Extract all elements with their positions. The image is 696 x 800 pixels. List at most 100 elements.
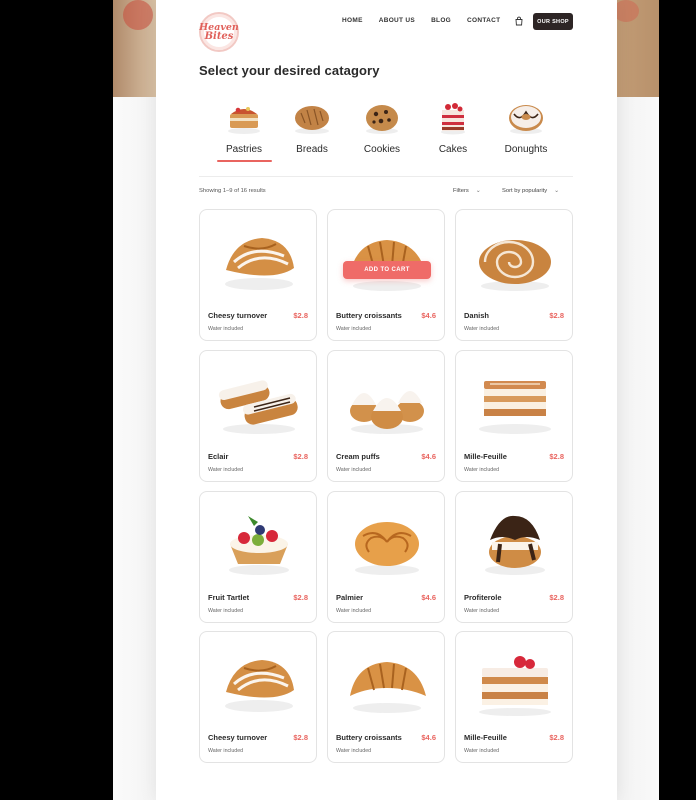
product-price: $2.8 [293,593,308,602]
product-name[interactable]: Buttery croissants [336,311,402,320]
fruit-tartlet-icon[interactable] [214,504,304,582]
category-tabs: Pastries Breads Cookies Cakes Donughts [214,98,554,168]
nav-about[interactable]: ABOUT US [379,17,415,24]
eclair-icon[interactable] [214,363,304,441]
tab-pastries[interactable]: Pastries [214,98,274,162]
product-name[interactable]: Eclair [208,452,228,461]
product-price: $2.8 [549,311,564,320]
product-card[interactable]: Profiterole $2.8 Water included [455,491,573,623]
product-price: $2.8 [549,593,564,602]
nav-links: HOME ABOUT US BLOG CONTACT [342,17,500,24]
tab-cakes[interactable]: Cakes [423,98,483,155]
turnover-icon[interactable] [214,644,304,722]
brand-logo[interactable]: Heaven Bites [199,12,239,52]
profiterole-icon[interactable] [470,504,560,582]
product-price: $2.8 [293,452,308,461]
mille-feuille-icon[interactable] [470,644,560,722]
sort-dropdown[interactable]: Sort by popularity ⌄ [502,187,559,194]
product-note: Water included [208,467,244,473]
tab-label: Pastries [225,144,263,155]
product-note: Water included [464,326,500,332]
palmier-icon[interactable] [342,504,432,582]
product-price: $4.6 [421,733,436,742]
cream-puff-icon[interactable] [342,363,432,441]
product-note: Water included [336,748,372,754]
nav-blog[interactable]: BLOG [431,17,451,24]
product-note: Water included [464,748,500,754]
product-card[interactable]: Buttery croissants $4.6 Water included [327,631,445,763]
product-note: Water included [336,608,372,614]
tab-label: Cakes [438,144,468,155]
left-margin [113,97,156,800]
product-note: Water included [336,467,372,473]
donut-icon [509,105,543,134]
product-name[interactable]: Cheesy turnover [208,733,267,742]
product-name[interactable]: Fruit Tartlet [208,593,249,602]
results-count: Showing 1–9 of 16 results [199,188,266,194]
product-card[interactable]: Buttery croissants $4.6 Water included ADD … [327,209,445,341]
nav-home[interactable]: HOME [342,17,363,24]
product-card[interactable]: Palmier $4.6 Water included [327,491,445,623]
product-price: $2.8 [549,452,564,461]
product-card[interactable]: Cheesy turnover $2.8 Water included [199,209,317,341]
product-name[interactable]: Profiterole [464,593,502,602]
results-toolbar: Showing 1–9 of 16 results Filters ⌄ Sort … [199,186,573,200]
tab-donughts[interactable]: Donughts [496,98,556,155]
logo-text-2: Bites [204,31,234,42]
filters-dropdown[interactable]: Filters ⌄ [453,187,481,194]
product-name[interactable]: Mille-Feuille [464,452,507,461]
bread-icon [295,106,329,134]
divider [199,176,573,177]
product-name[interactable]: Danish [464,311,489,320]
danish-icon[interactable] [470,222,560,300]
product-price: $4.6 [421,311,436,320]
product-note: Water included [208,326,244,332]
tab-cookies[interactable]: Cookies [352,98,412,155]
product-note: Water included [464,608,500,614]
product-card[interactable]: Cheesy turnover $2.8 Water included [199,631,317,763]
product-name[interactable]: Cheesy turnover [208,311,267,320]
our-shop-button[interactable]: OUR SHOP [533,13,573,30]
product-price: $2.8 [293,311,308,320]
product-card[interactable]: Mille-Feuille $2.8 Water included [455,631,573,763]
tab-label: Donughts [504,144,548,155]
croissant-icon[interactable] [342,644,432,722]
nav-contact[interactable]: CONTACT [467,17,500,24]
tab-label: Cookies [363,144,401,155]
filters-label: Filters [453,188,469,194]
sort-label: Sort by popularity [502,188,548,194]
product-note: Water included [208,608,244,614]
pastry-icon [228,107,260,134]
add-to-cart-button[interactable]: ADD TO CART [343,261,431,279]
top-nav: Heaven Bites HOME ABOUT US BLOG CONTACT … [156,0,617,60]
product-note: Water included [336,326,372,332]
tab-label: Breads [296,144,328,155]
cookie-icon [366,105,398,134]
shop-page: Heaven Bites HOME ABOUT US BLOG CONTACT … [156,0,617,800]
product-name[interactable]: Palmier [336,593,363,602]
product-note: Water included [464,467,500,473]
product-name[interactable]: Cream puffs [336,452,380,461]
product-card[interactable]: Eclair $2.8 Water included [199,350,317,482]
chevron-down-icon: ⌄ [554,188,560,194]
product-card[interactable]: Danish $2.8 Water included [455,209,573,341]
tab-breads[interactable]: Breads [282,98,342,155]
product-name[interactable]: Buttery croissants [336,733,402,742]
right-margin [616,97,659,800]
turnover-icon[interactable] [214,222,304,300]
page-title: Select your desired catagory [199,63,380,78]
product-price: $2.8 [549,733,564,742]
active-tab-indicator [216,160,272,162]
product-card[interactable]: Fruit Tartlet $2.8 Water included [199,491,317,623]
chevron-down-icon: ⌄ [475,188,481,194]
browser-viewport: Heaven Bites HOME ABOUT US BLOG CONTACT … [113,0,659,800]
product-card[interactable]: Mille-Feuille $2.8 Water included [455,350,573,482]
shopping-bag-icon[interactable] [514,16,524,26]
mille-feuille-icon[interactable] [470,363,560,441]
product-card[interactable]: Cream puffs $4.6 Water included [327,350,445,482]
product-name[interactable]: Mille-Feuille [464,733,507,742]
product-price: $4.6 [421,593,436,602]
product-price: $2.8 [293,733,308,742]
cake-icon [441,103,465,135]
product-price: $4.6 [421,452,436,461]
